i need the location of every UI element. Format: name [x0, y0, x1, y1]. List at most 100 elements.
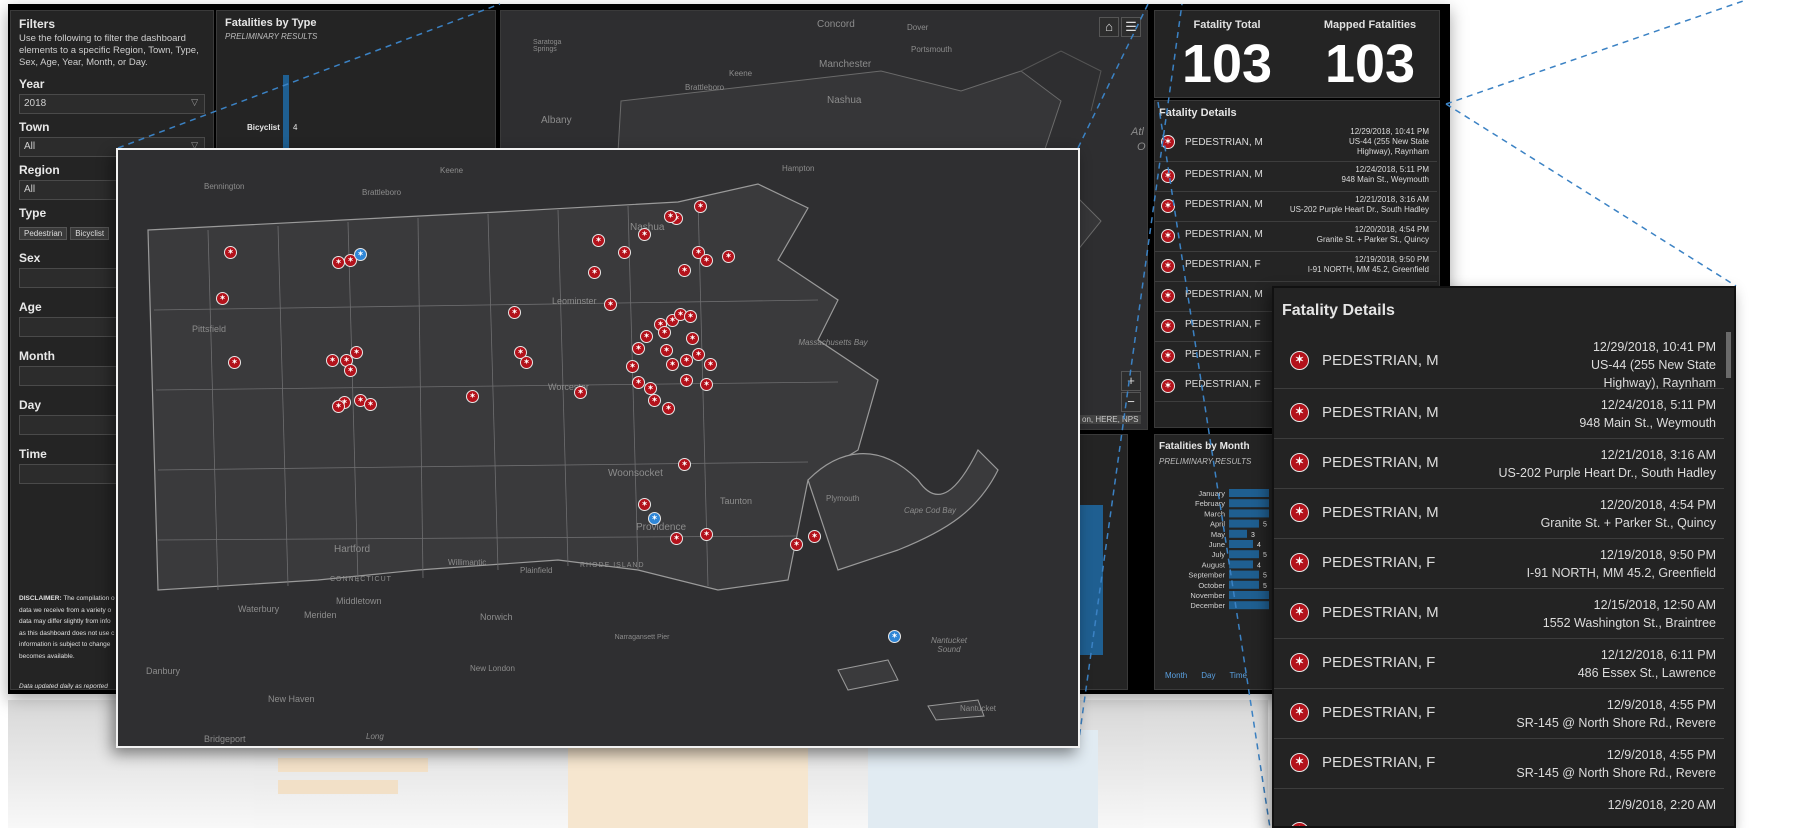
- detail-row[interactable]: ✶ PEDESTRIAN, M 12/20/2018, 4:54 PM Grani…: [1274, 488, 1724, 539]
- detail-row[interactable]: ✶ 12/9/2018, 2:20 AM: [1274, 788, 1724, 826]
- pedestrian-icon[interactable]: ✶: [704, 358, 717, 371]
- pedestrian-icon[interactable]: ✶: [678, 458, 691, 471]
- detail-row[interactable]: ✶ PEDESTRIAN, M 12/29/2018, 10:41 PM US-4…: [1155, 125, 1437, 162]
- pedestrian-icon[interactable]: ✶: [626, 360, 639, 373]
- pedestrian-icon[interactable]: ✶: [664, 210, 677, 223]
- detail-date: 12/20/2018, 4:54 PM: [1599, 498, 1716, 512]
- pedestrian-icon[interactable]: ✶: [326, 354, 339, 367]
- pedestrian-icon[interactable]: ✶: [686, 332, 699, 345]
- month-bar[interactable]: [1229, 489, 1269, 497]
- detail-name: PEDESTRIAN, M: [1185, 199, 1263, 210]
- pedestrian-icon[interactable]: ✶: [588, 266, 601, 279]
- detail-row[interactable]: ✶ PEDESTRIAN, M 12/15/2018, 12:50 AM 1552…: [1274, 588, 1724, 639]
- month-bar[interactable]: [1229, 529, 1247, 538]
- month-bar[interactable]: [1229, 580, 1259, 589]
- pedestrian-icon[interactable]: ✶: [700, 254, 713, 267]
- pedestrian-icon[interactable]: ✶: [680, 374, 693, 387]
- pedestrian-icon[interactable]: ✶: [700, 378, 713, 391]
- month-bar[interactable]: [1229, 499, 1269, 508]
- pedestrian-icon[interactable]: ✶: [228, 356, 241, 369]
- detail-row[interactable]: ✶ PEDESTRIAN, M 12/24/2018, 5:11 PM 948 M…: [1274, 388, 1724, 439]
- type-chip-pedestrian[interactable]: Pedestrian: [19, 227, 68, 240]
- pedestrian-icon[interactable]: ✶: [658, 326, 671, 339]
- bicyclist-icon[interactable]: ✶: [648, 512, 661, 525]
- list-button[interactable]: ☰: [1121, 17, 1141, 37]
- map-place: Brattleboro: [685, 83, 725, 92]
- bicyclist-icon[interactable]: ✶: [888, 630, 901, 643]
- detail-name: PEDESTRIAN, M: [1322, 352, 1439, 369]
- tab-time[interactable]: Time: [1229, 671, 1246, 680]
- pedestrian-icon[interactable]: ✶: [508, 306, 521, 319]
- month-bar[interactable]: [1229, 591, 1269, 599]
- pedestrian-icon[interactable]: ✶: [332, 256, 345, 269]
- zoom-in-button[interactable]: +: [1121, 371, 1141, 391]
- pedestrian-icon[interactable]: ✶: [662, 402, 675, 415]
- detail-row[interactable]: ✶ PEDESTRIAN, M 12/24/2018, 5:11 PM 948 M…: [1155, 161, 1437, 192]
- detail-row[interactable]: ✶ PEDESTRIAN, F 12/9/2018, 4:55 PM SR-145…: [1274, 688, 1724, 739]
- month-bar[interactable]: [1229, 570, 1259, 579]
- month-bar[interactable]: [1229, 550, 1259, 559]
- detail-row[interactable]: ✶ PEDESTRIAN, F 12/19/2018, 9:50 PM I-91 …: [1155, 251, 1437, 282]
- pedestrian-icon[interactable]: ✶: [694, 200, 707, 213]
- pedestrian-icon[interactable]: ✶: [684, 310, 697, 323]
- month-bar[interactable]: [1229, 509, 1269, 518]
- zoom-out-button[interactable]: −: [1121, 392, 1141, 412]
- pedestrian-icon: ✶: [1161, 199, 1175, 213]
- pedestrian-icon[interactable]: ✶: [574, 386, 587, 399]
- pedestrian-icon[interactable]: ✶: [638, 228, 651, 241]
- pedestrian-icon[interactable]: ✶: [618, 246, 631, 259]
- map-place: Cape Cod Bay: [904, 506, 957, 515]
- pedestrian-icon[interactable]: ✶: [224, 246, 237, 259]
- pedestrian-icon[interactable]: ✶: [722, 250, 735, 263]
- detail-row[interactable]: ✶ PEDESTRIAN, M 12/21/2018, 3:16 AM US-20…: [1274, 438, 1724, 489]
- pedestrian-icon[interactable]: ✶: [216, 292, 229, 305]
- pedestrian-icon[interactable]: ✶: [700, 528, 713, 541]
- detail-row[interactable]: ✶ PEDESTRIAN, M 12/20/2018, 4:54 PM Grani…: [1155, 221, 1437, 252]
- mapped-fatalities-label: Mapped Fatalities: [1323, 19, 1417, 31]
- type-chip-bicyclist[interactable]: Bicyclist: [70, 227, 110, 240]
- bicyclist-icon[interactable]: ✶: [354, 248, 367, 261]
- year-select[interactable]: 2018 ▽: [19, 94, 205, 114]
- pedestrian-icon[interactable]: ✶: [364, 398, 377, 411]
- pedestrian-icon[interactable]: ✶: [604, 298, 617, 311]
- disclaimer-line: information is subject to change: [19, 641, 111, 648]
- month-bar[interactable]: [1229, 540, 1253, 548]
- pedestrian-icon[interactable]: ✶: [670, 532, 683, 545]
- pedestrian-icon[interactable]: ✶: [520, 356, 533, 369]
- pedestrian-icon[interactable]: ✶: [344, 364, 357, 377]
- pedestrian-icon[interactable]: ✶: [660, 344, 673, 357]
- month-bar[interactable]: [1229, 560, 1253, 569]
- pedestrian-icon[interactable]: ✶: [592, 234, 605, 247]
- tab-day[interactable]: Day: [1201, 671, 1215, 680]
- detail-row[interactable]: ✶ PEDESTRIAN, M 12/29/2018, 10:41 PM US-4…: [1274, 332, 1724, 390]
- month-label: February: [1195, 499, 1225, 508]
- pedestrian-icon[interactable]: ✶: [638, 498, 651, 511]
- pedestrian-icon[interactable]: ✶: [666, 358, 679, 371]
- detail-row[interactable]: ✶ PEDESTRIAN, F 12/12/2018, 6:11 PM 486 E…: [1274, 638, 1724, 689]
- map-magnified[interactable]: Bennington Brattleboro Keene Hampton Nas…: [116, 148, 1080, 748]
- pedestrian-icon[interactable]: ✶: [466, 390, 479, 403]
- pedestrian-icon[interactable]: ✶: [678, 264, 691, 277]
- home-button[interactable]: ⌂: [1099, 17, 1119, 37]
- pedestrian-icon[interactable]: ✶: [692, 348, 705, 361]
- details-scrollbar[interactable]: [1726, 332, 1731, 378]
- detail-row[interactable]: ✶ PEDESTRIAN, F 12/19/2018, 9:50 PM I-91 …: [1274, 538, 1724, 589]
- pedestrian-icon[interactable]: ✶: [332, 400, 345, 413]
- detail-name: PEDESTRIAN, M: [1185, 137, 1263, 148]
- pedestrian-icon[interactable]: ✶: [632, 342, 645, 355]
- pedestrian-icon[interactable]: ✶: [808, 530, 821, 543]
- bicyclist-label: Bicyclist: [247, 123, 280, 132]
- pedestrian-icon[interactable]: ✶: [648, 394, 661, 407]
- tab-month[interactable]: Month: [1165, 671, 1187, 680]
- map-place: New Haven: [268, 694, 315, 704]
- detail-name: PEDESTRIAN, M: [1185, 229, 1263, 240]
- pedestrian-icon[interactable]: ✶: [680, 354, 693, 367]
- detail-row[interactable]: ✶ PEDESTRIAN, M 12/21/2018, 3:16 AM US-20…: [1155, 191, 1437, 222]
- detail-row[interactable]: ✶ PEDESTRIAN, F 12/9/2018, 4:55 PM SR-145…: [1274, 738, 1724, 789]
- pedestrian-icon[interactable]: ✶: [790, 538, 803, 551]
- pedestrian-icon[interactable]: ✶: [350, 346, 363, 359]
- month-bar[interactable]: [1229, 601, 1269, 610]
- pedestrian-icon[interactable]: ✶: [640, 330, 653, 343]
- month-value: 5: [1263, 522, 1267, 529]
- month-bar[interactable]: [1229, 519, 1259, 528]
